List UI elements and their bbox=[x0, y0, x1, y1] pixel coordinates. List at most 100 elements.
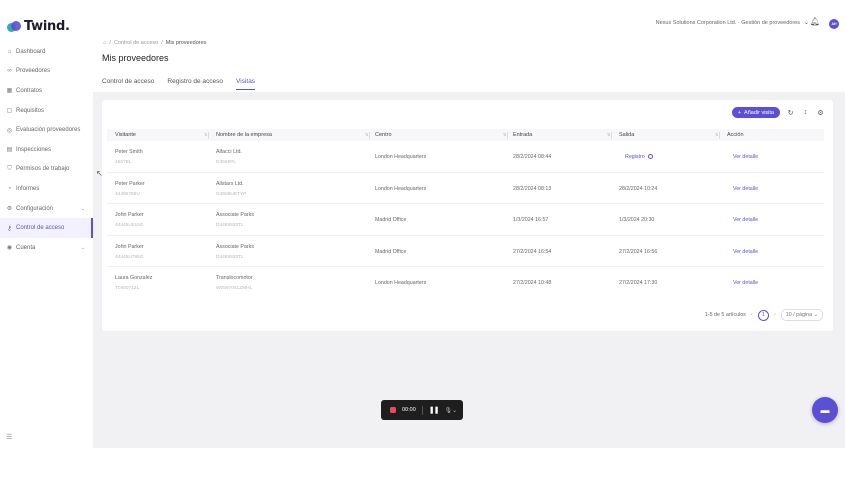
organization-selector[interactable]: Nexus Solutions Corporation Ltd. · Gesti… bbox=[655, 19, 809, 27]
plus-icon: + bbox=[737, 109, 742, 116]
prev-page-icon[interactable]: ‹ bbox=[751, 312, 753, 318]
mouse-cursor-icon: ↖ bbox=[96, 169, 103, 178]
salida-cell: 1/3/2024 20:30 bbox=[619, 217, 655, 223]
tab-visitas[interactable]: Visitas bbox=[236, 78, 256, 90]
view-detail-link[interactable]: Ver detalle bbox=[733, 217, 758, 223]
column-header[interactable]: Visitante bbox=[115, 132, 136, 138]
centro-cell: London Headquarters bbox=[375, 154, 427, 160]
sidebar: Twind. ⌂ Dashboard ∞ Proveedores ▦ Contratos ▢… bbox=[0, 0, 93, 448]
screen-recorder-bar: 00:00 ❚❚ 🎙︎⌄ bbox=[381, 400, 463, 420]
sidebar-item-evaluaci-n-proveedores[interactable]: ◎ Evaluación proveedores bbox=[0, 120, 93, 140]
sidebar-item-proveedores[interactable]: ∞ Proveedores bbox=[0, 62, 93, 82]
table-toolbar: + Añadir visita ↻ ↕ ⚙ bbox=[731, 107, 825, 118]
register-exit-link[interactable]: Registro bbox=[625, 154, 653, 160]
tab-registro-de-acceso[interactable]: Registro de acceso bbox=[167, 78, 223, 90]
entrada-cell: 27/2/2024 10:48 bbox=[513, 280, 552, 286]
chevron-down-icon: ⌄ bbox=[803, 20, 809, 26]
home-icon[interactable]: ⌂ bbox=[103, 40, 106, 46]
next-page-icon[interactable]: › bbox=[774, 312, 776, 318]
sidebar-item-label: Configuración bbox=[16, 205, 54, 212]
view-detail-link[interactable]: Ver detalle bbox=[733, 249, 758, 255]
sidebar-item-configuraci-n[interactable]: ⚙ Configuración ⌄ bbox=[0, 199, 93, 219]
sidebar-item-inspecciones[interactable]: ▤ Inspecciones bbox=[0, 140, 93, 160]
chat-icon: ▬ bbox=[820, 405, 830, 415]
column-height-icon[interactable]: ↕ bbox=[801, 109, 810, 116]
table-row: Laura Gonzalez T0400712L Translocomotor W05… bbox=[107, 267, 824, 299]
column-divider bbox=[611, 131, 612, 139]
chart-icon: ◔ bbox=[7, 185, 12, 192]
column-header[interactable]: Salida bbox=[619, 132, 634, 138]
salida-cell: 28/2/2024 10:24 bbox=[619, 185, 658, 192]
sidebar-item-informes[interactable]: ◔ Informes bbox=[0, 179, 93, 199]
add-visit-button[interactable]: + Añadir visita bbox=[731, 107, 780, 118]
sidebar-item-contratos[interactable]: ▦ Contratos bbox=[0, 81, 93, 101]
sidebar-item-dashboard[interactable]: ⌂ Dashboard bbox=[0, 42, 93, 62]
pause-icon[interactable]: ❚❚ bbox=[429, 406, 440, 414]
check-circle-icon: ◎ bbox=[6, 127, 13, 134]
column-header[interactable]: Centro bbox=[375, 132, 392, 138]
app-frame: Twind. ⌂ Dashboard ∞ Proveedores ▦ Contratos ▢… bbox=[0, 0, 845, 448]
column-divider bbox=[719, 131, 720, 139]
table-row: John Parker 44445U795G Associate Parks D446… bbox=[107, 236, 824, 267]
entrada-cell: 1/3/2024 16:57 bbox=[513, 217, 549, 223]
page-number[interactable]: 1 bbox=[757, 309, 769, 321]
sidebar-item-label: Contratos bbox=[16, 87, 43, 94]
view-detail-link[interactable]: Ver detalle bbox=[733, 280, 758, 286]
brand-logo[interactable]: Twind. bbox=[7, 19, 70, 34]
stop-recording-icon[interactable] bbox=[390, 407, 396, 413]
grid-icon: ▦ bbox=[6, 88, 13, 95]
visitor-name: Laura Gonzalez bbox=[115, 275, 153, 281]
settings-icon[interactable]: ⚙ bbox=[816, 109, 825, 117]
view-detail-link[interactable]: Ver detalle bbox=[733, 186, 758, 192]
centro-cell: London Headquarters bbox=[375, 185, 427, 192]
salida-cell: 27/2/2024 17:30 bbox=[619, 280, 658, 286]
document-icon: ▢ bbox=[6, 108, 13, 115]
sort-icon[interactable]: ⇅ bbox=[204, 132, 207, 137]
microphone-icon[interactable]: 🎙︎⌄ bbox=[445, 407, 458, 414]
chat-support-button[interactable]: ▬ bbox=[812, 397, 838, 423]
tab-control-de-acceso[interactable]: Control de acceso bbox=[102, 78, 154, 90]
sidebar-item-permisos-de-trabajo[interactable]: ⛉ Permisos de trabajo bbox=[0, 160, 93, 180]
sort-icon[interactable]: ⇅ bbox=[607, 132, 610, 137]
company-name: Alfacci Ltd. bbox=[216, 149, 242, 155]
sort-icon[interactable]: ⇅ bbox=[715, 132, 718, 137]
column-header[interactable]: Entrada bbox=[513, 132, 532, 138]
sidebar-item-control-de-acceso[interactable]: ⚷ Control de acceso bbox=[0, 218, 93, 238]
sidebar-item-label: Evaluación proveedores bbox=[16, 127, 81, 134]
breadcrumb-item[interactable]: Control de acceso bbox=[114, 40, 158, 46]
entrada-cell: 28/2/2024 08:13 bbox=[513, 185, 552, 192]
recording-time: 00:00 bbox=[402, 407, 416, 413]
company-id: W0597041ZMHL bbox=[216, 286, 253, 291]
column-header[interactable]: Nombre de la empresa bbox=[216, 132, 272, 138]
visits-table: Visitante Nombre de la empresa Centro Entra… bbox=[107, 129, 824, 299]
breadcrumb: ⌂ / Control de acceso / Mis proveedores bbox=[103, 40, 207, 46]
bell-icon[interactable]: 🔔︎ bbox=[810, 17, 820, 26]
avatar[interactable]: AH bbox=[829, 19, 839, 29]
sort-icon[interactable]: ⇅ bbox=[503, 132, 506, 137]
collapse-sidebar-icon[interactable]: ☰ bbox=[6, 433, 12, 441]
page-size-select[interactable]: 10 / página ⌄ bbox=[780, 309, 823, 321]
company-id: G4556UETYP bbox=[216, 191, 247, 197]
salida-cell: 27/2/2024 16:56 bbox=[619, 248, 658, 255]
chevron-down-icon: ⌄ bbox=[813, 312, 818, 318]
company-name: Translocomotor bbox=[216, 275, 253, 281]
view-detail-link[interactable]: Ver detalle bbox=[733, 154, 758, 160]
sidebar-item-cuenta[interactable]: ◉ Cuenta ⌄ bbox=[0, 238, 93, 258]
column-header[interactable]: Acción bbox=[727, 132, 744, 138]
centro-cell: London Headquarters bbox=[375, 280, 427, 286]
table-body: Peter Smith 4657BL Alfacci Ltd. D4569PL Lond… bbox=[107, 141, 824, 299]
organization-name: Nexus Solutions Corporation Ltd. · Gesti… bbox=[655, 19, 800, 26]
home-icon: ⌂ bbox=[7, 48, 12, 55]
sidebar-item-label: Informes bbox=[16, 185, 40, 192]
brand-name: Twind. bbox=[24, 19, 70, 34]
sidebar-item-label: Dashboard bbox=[16, 48, 46, 55]
visitor-name: John Parker bbox=[115, 212, 144, 218]
clock-icon bbox=[647, 154, 653, 160]
twind-logo-icon bbox=[7, 20, 21, 33]
sidebar-item-label: Cuenta bbox=[16, 244, 36, 251]
sort-icon[interactable]: ⇅ bbox=[365, 132, 368, 137]
refresh-icon[interactable]: ↻ bbox=[786, 109, 795, 117]
sidebar-item-requisitos[interactable]: ▢ Requisitos bbox=[0, 101, 93, 121]
page-size-value: 10 / página bbox=[785, 312, 813, 318]
breadcrumb-current: Mis proveedores bbox=[165, 40, 207, 46]
